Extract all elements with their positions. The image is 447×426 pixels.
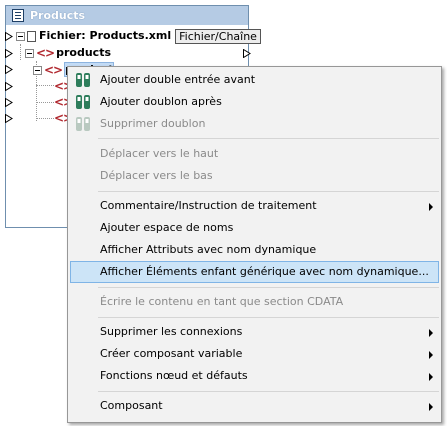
- menu-separator: [98, 191, 439, 192]
- menu-item-delete-duplicate[interactable]: Supprimer doublon: [70, 113, 439, 135]
- input-connector-icon[interactable]: [5, 82, 13, 91]
- menu-separator: [98, 138, 439, 139]
- menu-item-label: Supprimer les connexions: [100, 325, 243, 338]
- menu-item-comment-processing-instruction[interactable]: Commentaire/Instruction de traitement: [70, 195, 439, 217]
- menu-separator: [98, 287, 439, 288]
- menu-item-label: Ajouter espace de noms: [100, 221, 234, 234]
- tree-node-products[interactable]: <> products: [25, 45, 111, 61]
- collapse-toggle[interactable]: [25, 48, 34, 58]
- menu-item-write-cdata[interactable]: Écrire le contenu en tant que section CD…: [70, 291, 439, 313]
- input-connector-icon[interactable]: [5, 114, 13, 123]
- add-duplicate-before-icon: [75, 72, 91, 88]
- collapse-toggle[interactable]: [16, 31, 25, 41]
- menu-item-add-namespace[interactable]: Ajouter espace de noms: [70, 217, 439, 239]
- input-connector-icon[interactable]: [5, 98, 13, 107]
- menu-item-move-up[interactable]: Déplacer vers le haut: [70, 143, 439, 165]
- menu-item-show-generic-child-elements[interactable]: Afficher Éléments enfant générique avec …: [70, 261, 439, 283]
- menu-item-label: Ajouter double entrée avant: [100, 73, 256, 86]
- submenu-arrow-icon: [429, 403, 433, 411]
- menu-item-label: Écrire le contenu en tant que section CD…: [100, 295, 344, 308]
- input-connector-icon[interactable]: [5, 49, 13, 58]
- menu-item-label: Ajouter doublon après: [100, 95, 222, 108]
- menu-item-label: Composant: [100, 399, 163, 412]
- submenu-arrow-icon: [429, 329, 433, 337]
- menu-separator: [98, 391, 439, 392]
- menu-item-label: Déplacer vers le haut: [100, 147, 219, 160]
- add-duplicate-after-icon: [75, 94, 91, 110]
- menu-item-move-down[interactable]: Déplacer vers le bas: [70, 165, 439, 187]
- context-menu: Ajouter double entrée avant Ajouter doub…: [67, 66, 442, 423]
- menu-item-label: Commentaire/Instruction de traitement: [100, 199, 317, 212]
- menu-item-delete-connections[interactable]: Supprimer les connexions: [70, 321, 439, 343]
- menu-item-label: Afficher Éléments enfant générique avec …: [100, 265, 429, 278]
- menu-item-label: Fonctions nœud et défauts: [100, 369, 248, 382]
- menu-item-create-variable-component[interactable]: Créer composant variable: [70, 343, 439, 365]
- file-string-button[interactable]: Fichier/Chaîne: [175, 28, 261, 44]
- delete-duplicate-icon: [75, 116, 91, 132]
- menu-item-show-dynamic-attributes[interactable]: Afficher Attributs avec nom dynamique: [70, 239, 439, 261]
- node-label: products: [56, 46, 111, 59]
- component-title: Products: [30, 9, 86, 22]
- menu-item-label: Créer composant variable: [100, 347, 243, 360]
- file-label: Fichier: Products.xml: [39, 29, 172, 42]
- menu-separator: [98, 317, 439, 318]
- component-icon: [12, 9, 24, 22]
- file-icon: [27, 30, 36, 42]
- menu-item-add-duplicate-after[interactable]: Ajouter doublon après: [70, 91, 439, 113]
- menu-item-add-duplicate-before[interactable]: Ajouter double entrée avant: [70, 69, 439, 91]
- menu-item-node-functions-defaults[interactable]: Fonctions nœud et défauts: [70, 365, 439, 387]
- menu-item-label: Déplacer vers le bas: [100, 169, 213, 182]
- menu-item-label: Supprimer doublon: [100, 117, 206, 130]
- submenu-arrow-icon: [429, 203, 433, 211]
- menu-item-component[interactable]: Composant: [70, 395, 439, 417]
- submenu-arrow-icon: [429, 373, 433, 381]
- output-connector-icon[interactable]: [243, 49, 251, 58]
- input-connector-icon[interactable]: [5, 32, 13, 41]
- input-connector-icon[interactable]: [5, 65, 13, 74]
- submenu-arrow-icon: [429, 351, 433, 359]
- component-title-bar[interactable]: Products: [6, 6, 248, 25]
- file-row[interactable]: Fichier: Products.xml Fichier/Chaîne: [16, 28, 261, 44]
- menu-item-label: Afficher Attributs avec nom dynamique: [100, 243, 317, 256]
- element-icon: <>: [44, 63, 63, 77]
- element-icon: <>: [36, 46, 55, 60]
- collapse-toggle[interactable]: [33, 65, 42, 75]
